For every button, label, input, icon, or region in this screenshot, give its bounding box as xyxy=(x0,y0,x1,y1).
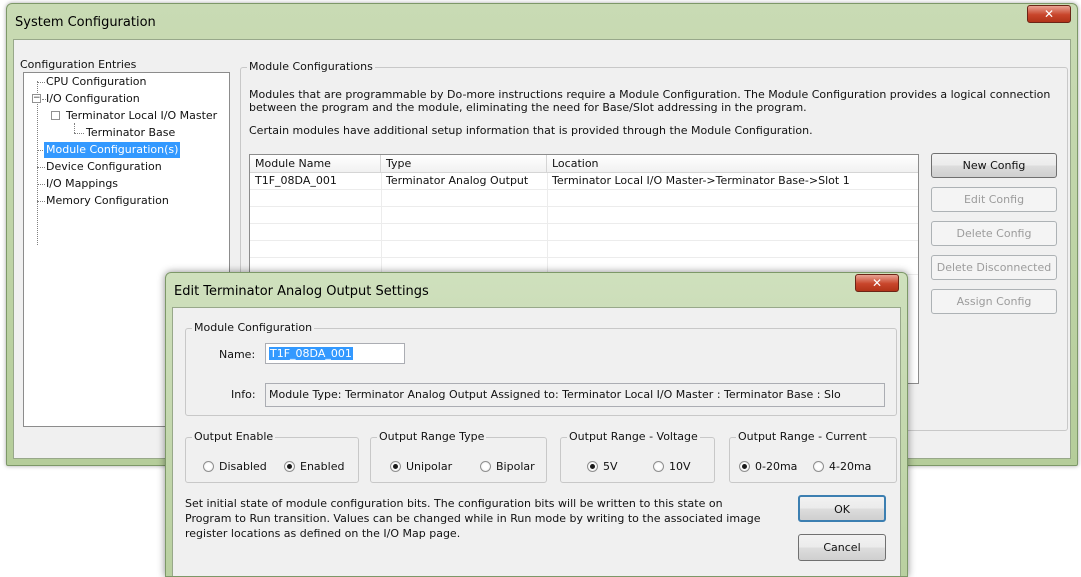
column-header-module-name[interactable]: Module Name xyxy=(250,155,381,173)
radio-4-20ma[interactable]: 4-20ma xyxy=(813,460,871,473)
module-configurations-legend: Module Configurations xyxy=(247,60,375,73)
tree-item-io-configuration[interactable]: I/O Configuration xyxy=(44,91,142,107)
tree-line xyxy=(74,123,75,133)
delete-config-button[interactable]: Delete Config xyxy=(931,221,1057,246)
tree-item-device-configuration[interactable]: Device Configuration xyxy=(44,159,164,175)
radio-off-icon xyxy=(203,461,214,472)
radio-off-icon xyxy=(480,461,491,472)
empty-row xyxy=(250,207,918,224)
cell-location: Terminator Local I/O Master->Terminator … xyxy=(552,174,850,187)
io-config-collapse-icon[interactable]: − xyxy=(32,94,41,103)
config-bits-note: Set initial state of module configuratio… xyxy=(185,497,761,540)
tree-item-module-configurations[interactable]: Module Configuration(s) xyxy=(44,142,181,158)
empty-row xyxy=(250,190,918,207)
assign-config-button[interactable]: Assign Config xyxy=(931,289,1057,314)
cancel-button[interactable]: Cancel xyxy=(798,534,886,561)
radio-enabled[interactable]: Enabled xyxy=(284,460,344,473)
radio-0-20ma[interactable]: 0-20ma xyxy=(739,460,797,473)
radio-off-icon xyxy=(653,461,664,472)
output-range-current-legend: Output Range - Current xyxy=(736,430,869,443)
close-icon: ✕ xyxy=(871,276,883,290)
tree-line xyxy=(74,133,84,134)
tree-item-terminator-base[interactable]: Terminator Base xyxy=(84,125,177,141)
tree-item-cpu-configuration[interactable]: CPU Configuration xyxy=(44,74,148,90)
module-config-setup-note: Certain modules have additional setup in… xyxy=(249,124,813,137)
close-icon: ✕ xyxy=(1043,7,1055,21)
module-configuration-legend: Module Configuration xyxy=(192,321,315,334)
cell-type: Terminator Analog Output xyxy=(386,174,529,187)
radio-on-icon xyxy=(284,461,295,472)
ok-button[interactable]: OK xyxy=(798,495,886,522)
column-header-location[interactable]: Location xyxy=(547,155,918,173)
name-value: T1F_08DA_001 xyxy=(269,347,353,360)
module-config-description: Modules that are programmable by Do-more… xyxy=(249,88,1051,114)
main-title-bar[interactable]: System Configuration ✕ xyxy=(7,4,1077,38)
radio-bipolar[interactable]: Bipolar xyxy=(480,460,535,473)
tree-item-io-mappings[interactable]: I/O Mappings xyxy=(44,176,120,192)
radio-disabled[interactable]: Disabled xyxy=(203,460,267,473)
cell-module-name: T1F_08DA_001 xyxy=(255,174,337,187)
info-label: Info: xyxy=(231,388,256,401)
table-row[interactable]: T1F_08DA_001 Terminator Analog Output Te… xyxy=(250,173,918,190)
edit-config-button[interactable]: Edit Config xyxy=(931,187,1057,212)
main-window-title: System Configuration xyxy=(15,15,156,30)
info-field: Module Type: Terminator Analog Output As… xyxy=(265,383,885,407)
column-header-type[interactable]: Type xyxy=(381,155,547,173)
main-close-button[interactable]: ✕ xyxy=(1027,5,1071,23)
new-config-button[interactable]: New Config xyxy=(931,153,1057,178)
tree-item-memory-configuration[interactable]: Memory Configuration xyxy=(44,193,171,209)
output-range-type-legend: Output Range Type xyxy=(377,430,487,443)
empty-row xyxy=(250,224,918,241)
radio-unipolar[interactable]: Unipolar xyxy=(390,460,452,473)
output-range-voltage-legend: Output Range - Voltage xyxy=(567,430,700,443)
name-input[interactable]: T1F_08DA_001 xyxy=(265,343,405,364)
empty-row xyxy=(250,241,918,258)
tree-item-terminator-local-io-master[interactable]: Terminator Local I/O Master xyxy=(64,108,219,124)
output-enable-legend: Output Enable xyxy=(192,430,276,443)
dialog-close-button[interactable]: ✕ xyxy=(855,274,899,292)
radio-on-icon xyxy=(390,461,401,472)
radio-5v[interactable]: 5V xyxy=(587,460,618,473)
output-range-voltage-group: Output Range - Voltage xyxy=(560,430,715,483)
config-entries-legend: Configuration Entries xyxy=(20,58,137,71)
tree-line xyxy=(37,81,38,245)
edit-analog-output-dialog: Edit Terminator Analog Output Settings ✕… xyxy=(165,272,908,577)
radio-on-icon xyxy=(587,461,598,472)
radio-on-icon xyxy=(739,461,750,472)
dialog-title[interactable]: Edit Terminator Analog Output Settings xyxy=(174,284,429,299)
list-header: Module Name Type Location xyxy=(250,155,918,173)
radio-off-icon xyxy=(813,461,824,472)
terminator-master-expander-icon[interactable] xyxy=(51,111,60,120)
radio-10v[interactable]: 10V xyxy=(653,460,691,473)
dialog-client-area: Module Configuration Name: T1F_08DA_001 … xyxy=(172,307,901,576)
delete-disconnected-button[interactable]: Delete Disconnected xyxy=(931,255,1057,280)
name-label: Name: xyxy=(219,348,256,361)
